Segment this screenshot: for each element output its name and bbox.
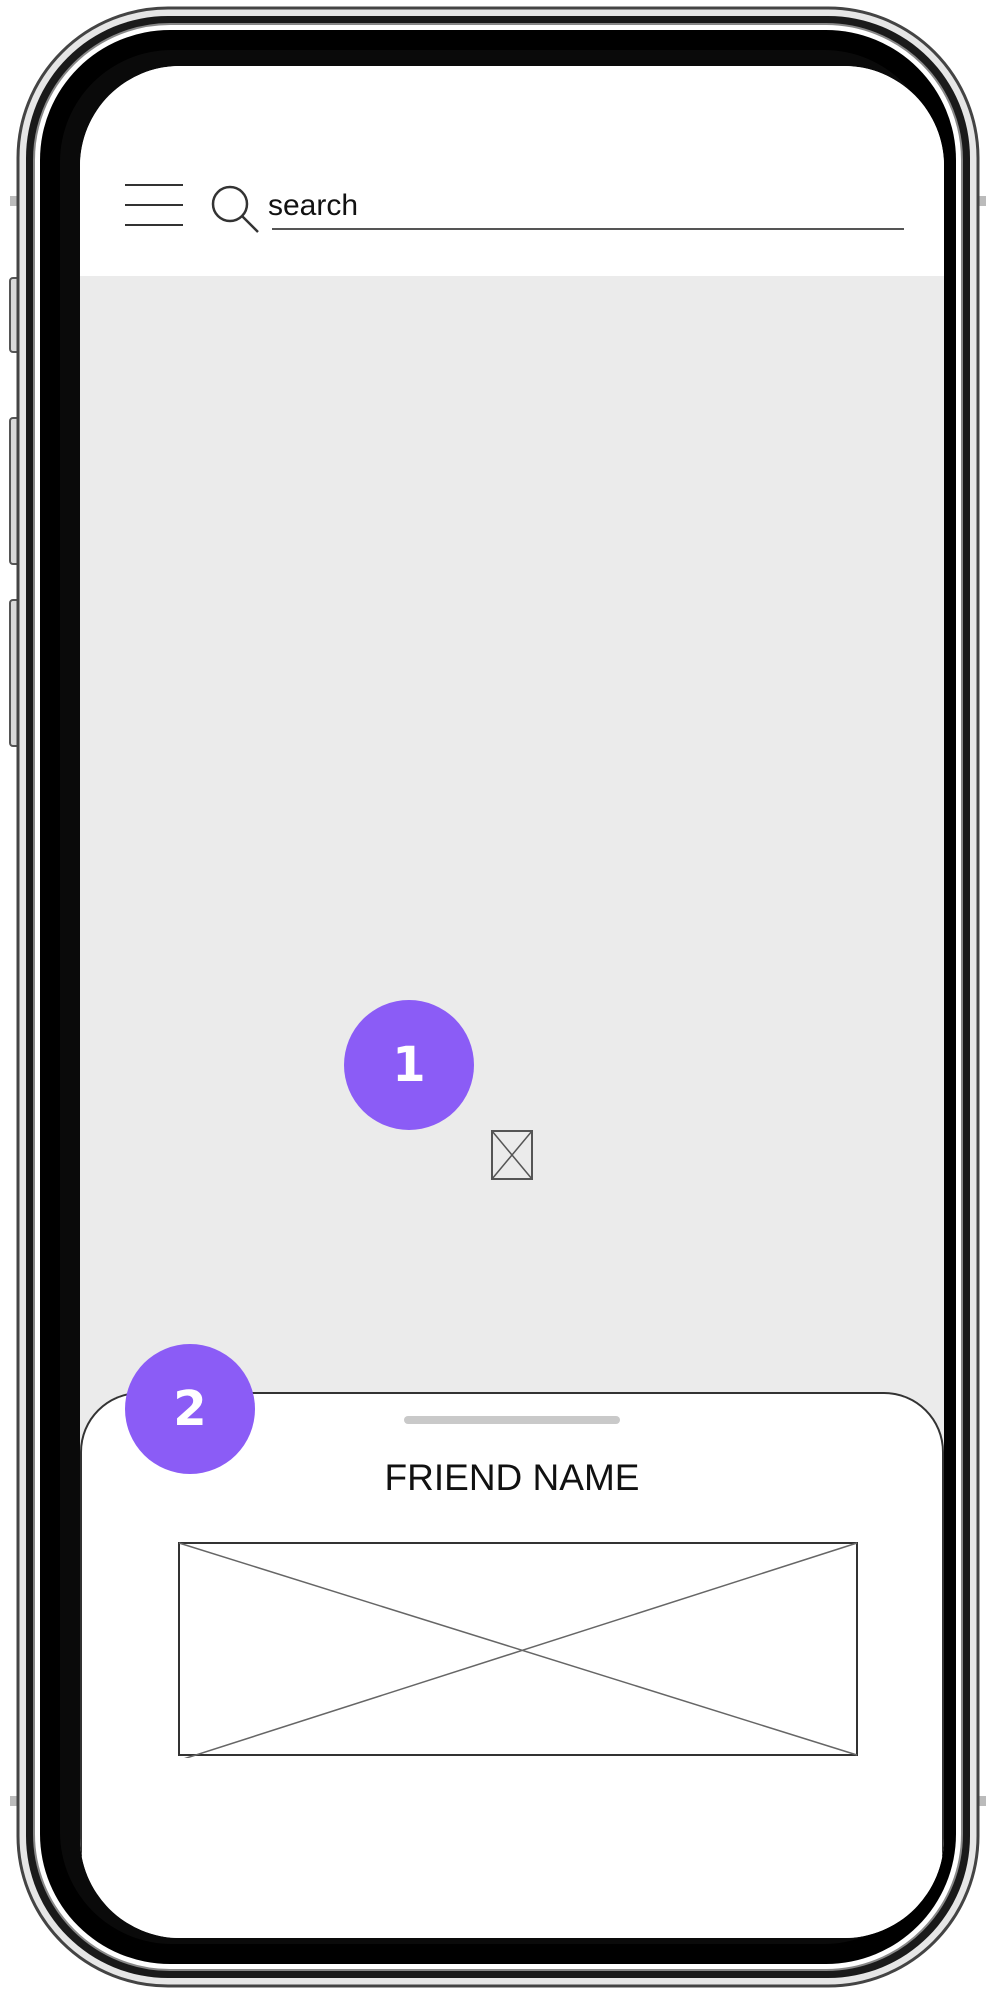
hamburger-menu-icon[interactable]	[125, 184, 183, 228]
top-bar: search	[80, 66, 944, 276]
search-underline	[272, 228, 904, 230]
image-placeholder-icon	[491, 1130, 533, 1180]
annotation-badge-2: 2	[125, 1344, 255, 1474]
search-input[interactable]	[266, 182, 906, 230]
phone-screen: search FRIEND NAME	[80, 66, 944, 1938]
annotation-badge-1: 1	[344, 1000, 474, 1130]
bottom-sheet: FRIEND NAME	[80, 1392, 944, 1938]
search-icon[interactable]	[208, 182, 260, 234]
sheet-drag-handle[interactable]	[404, 1416, 620, 1424]
search-placeholder: search	[268, 189, 359, 222]
map-area[interactable]	[80, 276, 944, 1456]
friend-image-placeholder	[178, 1542, 858, 1758]
